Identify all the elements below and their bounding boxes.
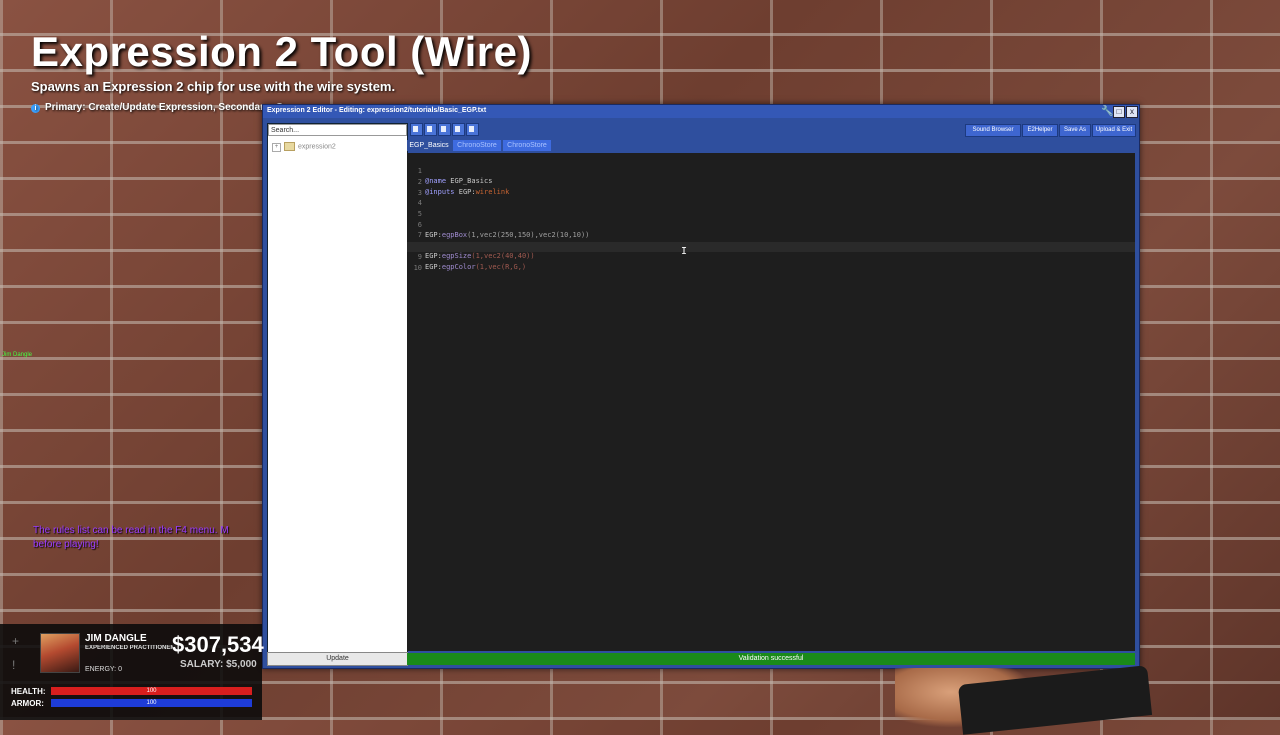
health-label: HEALTH: [11, 687, 46, 696]
warning-icon: ! [12, 658, 16, 672]
rules-message: The rules list can be read in the F4 men… [33, 524, 263, 552]
open-folder-icon[interactable] [466, 123, 479, 136]
code-line[interactable]: 7 [407, 220, 1135, 239]
new-tab-icon[interactable] [452, 123, 465, 136]
code-line[interactable]: 5 [407, 199, 1135, 218]
editor-scrollbar[interactable] [1135, 153, 1138, 651]
player-name: JIM DANGLE [85, 633, 147, 644]
upload-exit-button[interactable]: Upload & Exit [1092, 124, 1136, 137]
code-line[interactable]: 8 EGP:egpSize(1,vec2(40,40)) [407, 231, 1135, 260]
rules-message-line: before playing! [33, 539, 99, 550]
code-line[interactable]: 3 [407, 178, 1135, 197]
update-button[interactable]: Update [267, 652, 408, 666]
code-line[interactable]: 2 @inputs EGP:wirelink [407, 167, 1135, 196]
tool-controls-text: Primary: Create/Update Expression, Secon… [45, 102, 284, 113]
health-bar: 100 [51, 687, 252, 695]
code-line[interactable]: 1 @name EGP_Basics [407, 156, 1135, 185]
code-line[interactable]: 6 EGP:egpBox(1,vec2(250,150),vec2(10,10)… [407, 210, 1135, 239]
tab-chronostore[interactable]: ChronoStore [453, 140, 501, 151]
tool-description: Spawns an Expression 2 chip for use with… [31, 79, 396, 94]
wrench-icon[interactable]: 🔧 [1101, 106, 1113, 117]
tab-egp-basics[interactable]: EGP_Basics [407, 140, 451, 151]
armor-label: ARMOR: [11, 699, 44, 708]
code-editor[interactable]: 1 @name EGP_Basics 2 @inputs EGP:wirelin… [407, 153, 1135, 651]
close-button[interactable]: x [1126, 106, 1138, 118]
editor-title: Expression 2 Editor - Editing: expressio… [267, 107, 487, 114]
tree-item-label: expression2 [298, 143, 336, 151]
code-line[interactable]: 10 [407, 253, 1135, 272]
expand-icon[interactable]: + [272, 143, 281, 153]
folder-icon [284, 142, 295, 151]
armor-value: 100 [146, 700, 157, 706]
info-icon: i [31, 104, 40, 113]
tool-title: Expression 2 Tool (Wire) [31, 28, 532, 75]
player-avatar [40, 633, 80, 673]
expression2-editor-window: Expression 2 Editor - Editing: expressio… [262, 104, 1140, 669]
player-salary: SALARY: $5,000 [180, 659, 257, 670]
text-cursor-icon: I [681, 246, 688, 257]
line-number: 10 [413, 264, 422, 272]
player-energy: ENERGY: 0 [85, 666, 122, 673]
player-hud: + ! JIM DANGLE EXPERIENCED PRACTITIONER … [0, 624, 264, 720]
save-icon[interactable] [424, 123, 437, 136]
e2helper-button[interactable]: E2Helper [1022, 124, 1058, 137]
tree-item-expression2[interactable]: + expression2 [272, 142, 336, 153]
save-as-button[interactable]: Save As [1059, 124, 1091, 137]
tool-controls-hint: i Primary: Create/Update Expression, Seco… [31, 102, 283, 113]
plus-icon: + [12, 634, 20, 648]
rules-message-line: The rules list can be read in the F4 men… [33, 525, 229, 536]
validation-status-bar[interactable]: Validation successful [407, 653, 1135, 665]
code-line[interactable]: 4 [407, 188, 1135, 207]
sound-browser-button[interactable]: Sound Browser [965, 124, 1021, 137]
armor-bar: 100 [51, 699, 252, 707]
search-input[interactable]: Search... [268, 124, 407, 136]
tab-chronostore[interactable]: ChronoStore [503, 140, 551, 151]
code-line-current[interactable]: 9 EGP:egpColor(1,vec(R,G,) [407, 242, 1135, 271]
health-value: 100 [146, 688, 157, 694]
player-money: $307,534 [172, 632, 264, 657]
new-file-icon[interactable] [438, 123, 451, 136]
player-job: EXPERIENCED PRACTITIONER OF WE [85, 645, 173, 651]
player-name-tag: Jim Dangle [2, 352, 33, 358]
code-text: EGP:egpColor(1,vec(R,G,) [425, 263, 527, 271]
editor-title-bar[interactable]: Expression 2 Editor - Editing: expressio… [263, 105, 1139, 118]
file-browser: Search... + expression2 [267, 123, 408, 659]
maximize-button[interactable]: □ [1113, 106, 1125, 118]
collapse-sidebar-icon[interactable] [410, 123, 423, 136]
